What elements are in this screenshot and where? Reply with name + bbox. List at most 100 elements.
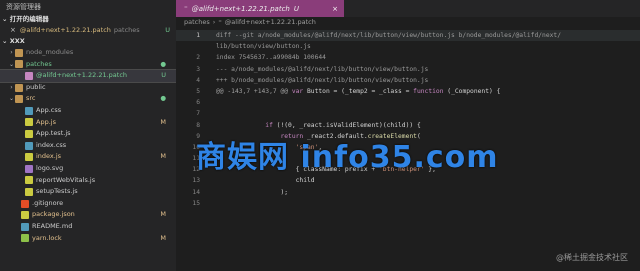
tree-item[interactable]: @alifd+next+1.22.21.patch U xyxy=(0,69,177,83)
file-diff-icon: ⁼ xyxy=(218,18,222,26)
explorer-title: 资源管理器 xyxy=(6,3,41,11)
line-number: 5 xyxy=(196,87,200,95)
css-file-icon xyxy=(25,141,33,150)
chevron-right-icon: › xyxy=(10,83,13,91)
tree-item[interactable]: App.test.js xyxy=(0,128,176,140)
git-status-badge: ● xyxy=(160,59,166,68)
open-editors-label: 打开的编辑器 xyxy=(9,15,49,23)
line-text: ); xyxy=(216,187,288,198)
line-number: 6 xyxy=(196,99,200,107)
tree-item[interactable]: yarn.lock M xyxy=(0,233,176,245)
code-line: 4 +++ b/node_modules/@alifd/next/lib/butt… xyxy=(176,75,640,86)
tree-item[interactable]: index.js M xyxy=(0,151,176,163)
breadcrumb: patches › ⁼ @alifd+next+1.22.21.patch xyxy=(176,17,640,28)
code-line: 1 diff --git a/node_modules/@alifd/next/l… xyxy=(176,30,640,42)
code-line: 2 index 7545637..a99084b 100644 xyxy=(176,52,640,63)
tab-patch-file[interactable]: ⁼ @alifd+next+1.22.21.patch U × xyxy=(176,0,344,17)
chevron-down-icon: ⌄ xyxy=(8,60,15,68)
tree-item[interactable]: ⌄ src ● xyxy=(0,93,176,105)
line-text: @@ -143,7 +143,7 @@ var Button = (_temp2… xyxy=(216,86,500,97)
line-number: 13 xyxy=(192,177,200,185)
tab-label: @alifd+next+1.22.21.patch xyxy=(191,4,290,13)
tree-item[interactable]: setupTests.js xyxy=(0,186,176,198)
code-token: index 7545637..a99084b 100644 xyxy=(216,54,326,62)
tree-item[interactable]: .gitignore xyxy=(0,198,176,210)
code-line: 5 @@ -143,7 +143,7 @@ var Button = (_temp… xyxy=(176,86,640,97)
tree-item[interactable]: › public xyxy=(0,82,176,94)
close-icon[interactable]: × xyxy=(10,25,16,36)
chevron-down-icon: ⌄ xyxy=(2,15,10,23)
line-number: 2 xyxy=(196,54,200,62)
tree-item-label: .gitignore xyxy=(32,198,64,207)
open-editor-item[interactable]: × @alifd+next+1.22.21.patch patches U xyxy=(0,25,176,36)
line-text: +++ b/node_modules/@alifd/next/lib/butto… xyxy=(216,75,428,86)
git-status-badge: M xyxy=(160,152,166,161)
open-editor-dir: patches xyxy=(113,26,140,34)
tree-item-label: patches xyxy=(26,59,52,68)
code-token: @@ -143,7 +143,7 @@ xyxy=(216,87,292,95)
tree-item-label: index.css xyxy=(36,140,67,149)
tree-item-label: src xyxy=(26,94,36,103)
git-status-badge: M xyxy=(160,117,166,126)
tree-item-label: setupTests.js xyxy=(36,187,78,196)
tree-item[interactable]: logo.svg xyxy=(0,163,176,175)
js-file-icon xyxy=(25,176,33,185)
tree-item-label: App.js xyxy=(36,117,56,126)
code-line: 7 xyxy=(176,108,640,119)
line-number: 15 xyxy=(192,199,200,207)
line-text: if (!(0, _react.isValidElement)(child)) … xyxy=(216,120,421,131)
code-line: 3 --- a/node_modules/@alifd/next/lib/butt… xyxy=(176,64,640,75)
code-token: child xyxy=(216,177,315,185)
tree-item[interactable]: App.css xyxy=(0,105,176,117)
workspace-root-header[interactable]: ⌄ XXX xyxy=(0,36,176,47)
code-line: lib/button/view/button.js xyxy=(176,41,640,52)
close-icon[interactable]: × xyxy=(332,5,338,13)
tree-item[interactable]: App.js M xyxy=(0,117,176,129)
line-number: 14 xyxy=(192,188,200,196)
line-text: lib/button/view/button.js xyxy=(216,41,311,52)
svg-file-icon xyxy=(25,164,33,173)
patch-file-icon xyxy=(25,71,33,80)
code-token: +++ b/node_modules/@alifd/next/lib/butto… xyxy=(216,76,429,84)
folder-icon xyxy=(15,48,23,57)
git-status-badge: U xyxy=(165,26,170,34)
tree-item[interactable]: ⌄ patches ● xyxy=(0,59,176,71)
tree-item[interactable]: index.css xyxy=(0,140,176,152)
code-token: ); xyxy=(216,188,289,196)
code-token: diff --git a/node_modules/@alifd/next/li… xyxy=(216,32,561,39)
breadcrumb-item-folder[interactable]: patches xyxy=(184,17,210,28)
code-token: Button = (_temp2 = _class = xyxy=(307,87,414,95)
git-status-badge: U xyxy=(161,71,166,80)
code-token: (!(0, _react.isValidElement)(child)) { xyxy=(276,121,421,129)
line-number: 7 xyxy=(196,110,200,118)
tree-item-label: public xyxy=(26,82,46,91)
chevron-down-icon: ⌄ xyxy=(2,37,10,45)
tree-item[interactable]: reportWebVitals.js xyxy=(0,175,176,187)
lock-file-icon xyxy=(21,234,29,243)
credit-text: @稀土掘金技术社区 xyxy=(556,253,628,262)
code-line: 13 child xyxy=(176,175,640,186)
tree-item[interactable]: › node_modules xyxy=(0,47,176,59)
folder-icon xyxy=(15,95,23,104)
code-token: if xyxy=(265,121,277,129)
js-file-icon xyxy=(25,187,33,196)
open-editor-name: @alifd+next+1.22.21.patch xyxy=(19,26,111,34)
chevron-down-icon: ⌄ xyxy=(8,95,15,103)
folder-icon xyxy=(15,83,23,92)
code-token: (_Component) { xyxy=(447,87,501,95)
js-file-icon xyxy=(25,153,33,162)
explorer-sidebar: 资源管理器 ⌄ 打开的编辑器 × @alifd+next+1.22.21.pat… xyxy=(0,0,177,271)
breadcrumb-item-file[interactable]: @alifd+next+1.22.21.patch xyxy=(225,17,316,28)
line-text: index 7545637..a99084b 100644 xyxy=(216,52,326,63)
tree-item-label: package.json xyxy=(32,210,75,219)
code-token: --- a/node_modules/@alifd/next/lib/butto… xyxy=(216,65,429,73)
open-editors-header[interactable]: ⌄ 打开的编辑器 xyxy=(0,14,176,25)
tree-item[interactable]: README.md xyxy=(0,221,176,233)
line-number: 4 xyxy=(196,76,200,84)
watermark-text: 商娱网 info35.com xyxy=(196,140,499,175)
code-line: 15 xyxy=(176,198,640,209)
tree-item[interactable]: package.json M xyxy=(0,209,176,221)
code-editor[interactable]: 1 diff --git a/node_modules/@alifd/next/l… xyxy=(176,30,640,209)
folder-icon xyxy=(15,60,23,69)
